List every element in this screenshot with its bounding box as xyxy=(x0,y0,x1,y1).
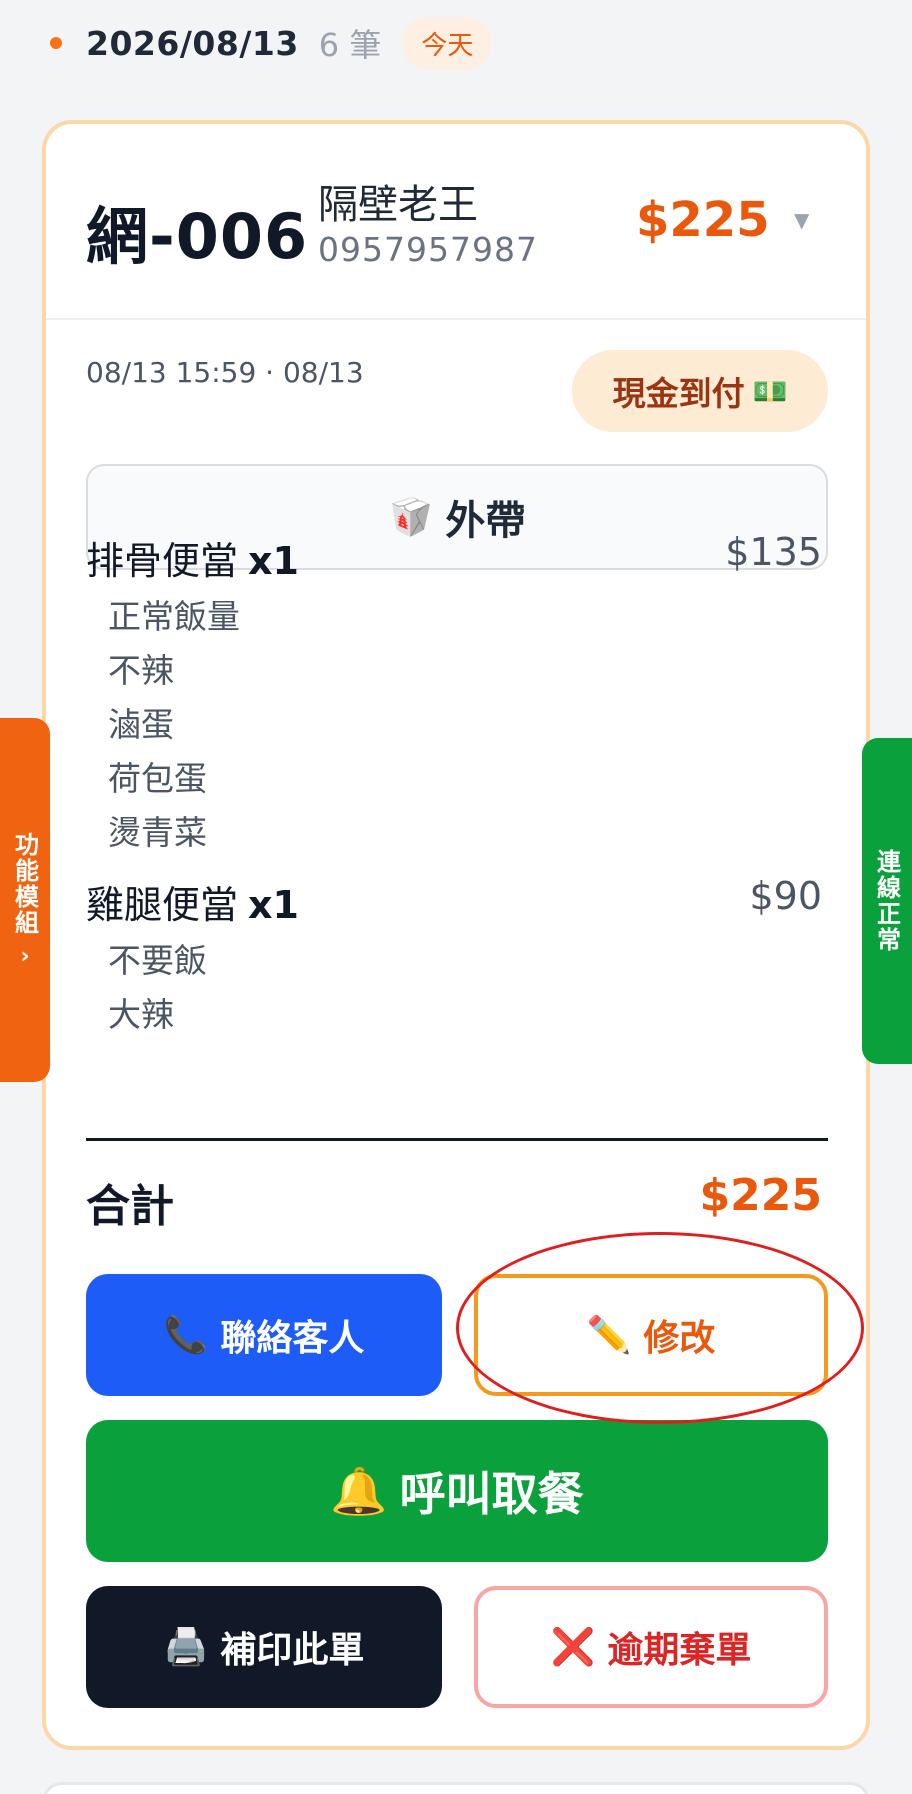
item-title: 雞腿便當 xyxy=(86,883,239,927)
total-divider xyxy=(86,1138,828,1141)
item-option: 正常飯量 xyxy=(108,597,240,636)
order-card: 網-006 隔壁老王 0957957987 $225 ▼ 08/13 15:59… xyxy=(42,120,870,1750)
sum-label: 合計 xyxy=(86,1181,174,1232)
order-count: 6 筆 xyxy=(318,26,382,64)
order-total: $225 xyxy=(636,192,770,248)
item-title: 排骨便當 xyxy=(86,539,239,583)
item-option: 滷蛋 xyxy=(108,705,174,744)
item-option: 大辣 xyxy=(108,995,174,1034)
phone-icon: 📞 xyxy=(163,1315,209,1356)
item-option: 荷包蛋 xyxy=(108,759,207,798)
edit-label: 修改 xyxy=(643,1318,716,1359)
next-order-card xyxy=(42,1782,870,1794)
item-option: 不辣 xyxy=(108,651,174,690)
connection-status-tab[interactable]: 連線正常 xyxy=(862,738,912,1064)
group-date: 2026/08/13 xyxy=(86,23,299,63)
call-label: 呼叫取餐 xyxy=(399,1467,584,1521)
order-card-header[interactable]: 網-006 隔壁老王 0957957987 $225 ▼ xyxy=(46,124,866,320)
function-module-tab[interactable]: 功能模組 › xyxy=(0,718,50,1082)
reprint-label: 補印此單 xyxy=(220,1630,365,1671)
connection-status-label: 連線正常 xyxy=(872,849,901,953)
item-name: 排骨便當 x1 xyxy=(86,530,299,585)
payment-badge: 現金到付 💵 xyxy=(572,350,828,432)
date-dot-indicator xyxy=(50,37,62,49)
item-option: 燙青菜 xyxy=(108,813,207,852)
chevron-right-icon: › xyxy=(20,943,30,969)
item-qty: x1 xyxy=(248,539,299,583)
bell-icon: 🔔 xyxy=(330,1463,388,1518)
payment-label: 現金到付 xyxy=(612,374,745,413)
item-qty: x1 xyxy=(248,883,299,927)
contact-label: 聯絡客人 xyxy=(220,1318,365,1359)
expire-order-button[interactable]: ❌ 逾期棄單 xyxy=(474,1586,828,1708)
today-badge: 今天 xyxy=(403,16,492,70)
order-number: 網-006 xyxy=(86,200,309,273)
item-name: 雞腿便當 x1 xyxy=(86,874,299,929)
takeout-box-icon: 🥡 xyxy=(388,497,434,538)
printer-icon: 🖨️ xyxy=(163,1627,209,1668)
call-pickup-button[interactable]: 🔔 呼叫取餐 xyxy=(86,1420,828,1562)
order-type-label: 外帶 xyxy=(445,498,526,544)
cash-icon: 💵 xyxy=(752,374,788,408)
order-time: 08/13 15:59 · 08/13 xyxy=(86,356,364,389)
date-group-header: 2026/08/13 6 筆 今天 xyxy=(50,16,492,70)
item-option: 不要飯 xyxy=(108,941,207,980)
customer-phone: 0957957987 xyxy=(318,230,538,269)
item-price: $135 xyxy=(725,530,822,574)
contact-customer-button[interactable]: 📞 聯絡客人 xyxy=(86,1274,442,1396)
sum-value: $225 xyxy=(699,1170,822,1221)
reprint-button[interactable]: 🖨️ 補印此單 xyxy=(86,1586,442,1708)
expand-toggle-icon[interactable]: ▼ xyxy=(794,208,809,232)
edit-order-button[interactable]: ✏️ 修改 xyxy=(474,1274,828,1396)
pencil-icon: ✏️ xyxy=(586,1315,632,1356)
function-module-label: 功能模組 xyxy=(10,831,39,936)
customer-name: 隔壁老王 xyxy=(318,182,478,228)
expire-label: 逾期棄單 xyxy=(607,1630,752,1671)
cross-icon: ❌ xyxy=(550,1627,596,1668)
order-list-page: 2026/08/13 6 筆 今天 網-006 隔壁老王 0957957987 … xyxy=(0,0,912,1794)
item-price: $90 xyxy=(749,874,822,918)
